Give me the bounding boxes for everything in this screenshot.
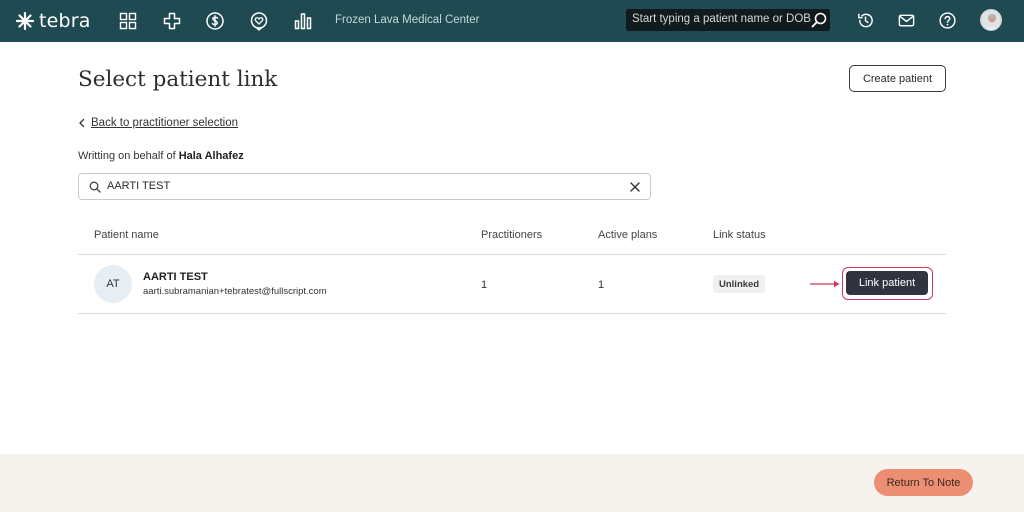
back-link-label: Back to practitioner selection	[91, 117, 239, 129]
arrow-right-icon	[810, 280, 840, 288]
search-icon	[89, 181, 101, 193]
footer-bar	[0, 454, 1024, 512]
create-patient-button[interactable]: Create patient	[849, 65, 946, 92]
patient-search-field[interactable]	[78, 173, 651, 200]
help-icon[interactable]	[938, 11, 957, 30]
tebra-logo-icon	[16, 12, 34, 30]
table-row-divider	[78, 313, 946, 314]
patient-email: aarti.subramanian+tebratest@fullscript.c…	[143, 286, 327, 297]
column-header-active-plans: Active plans	[598, 229, 658, 241]
column-header-patient-name: Patient name	[94, 229, 159, 241]
active-plans-count: 1	[598, 279, 605, 291]
patient-search-placeholder: Start typing a patient name or DOB	[632, 13, 811, 25]
heart-care-icon[interactable]	[249, 11, 269, 31]
back-to-practitioner-link[interactable]: Back to practitioner selection	[78, 117, 238, 129]
writing-on-behalf-text: Writting on behalf of Hala Alhafez	[78, 150, 244, 162]
medical-cross-icon[interactable]	[162, 11, 182, 31]
link-patient-highlight: Link patient	[842, 267, 933, 300]
practitioners-count: 1	[481, 279, 488, 291]
reports-chart-icon[interactable]	[293, 11, 313, 31]
history-icon[interactable]	[856, 11, 875, 30]
brand-name: tebra	[39, 10, 91, 32]
search-icon[interactable]	[810, 11, 828, 29]
clinic-name: Frozen Lava Medical Center	[335, 14, 480, 26]
behalf-prefix: Writting on behalf of	[78, 150, 179, 162]
column-header-practitioners: Practitioners	[481, 229, 543, 241]
patient-search-bar[interactable]: Start typing a patient name or DOB	[626, 9, 830, 31]
user-avatar-icon	[984, 14, 1000, 30]
billing-dollar-icon[interactable]	[205, 11, 225, 31]
column-header-link-status: Link status	[713, 229, 766, 241]
chevron-left-icon	[79, 118, 85, 128]
user-avatar[interactable]	[980, 9, 1002, 31]
tebra-logo[interactable]: tebra	[16, 9, 91, 33]
patient-name: AARTI TEST	[143, 271, 208, 283]
table-header-divider	[78, 254, 946, 255]
clear-search-icon[interactable]	[629, 181, 641, 193]
top-navigation-bar: tebra Frozen Lava Medical Center Start t…	[0, 0, 1024, 42]
dashboard-grid-icon[interactable]	[118, 11, 138, 31]
practitioner-name: Hala Alhafez	[178, 150, 244, 162]
mail-icon[interactable]	[897, 11, 916, 30]
link-status-badge: Unlinked	[713, 275, 766, 293]
patient-initials-avatar: AT	[94, 265, 132, 303]
page-title: Select patient link	[78, 67, 278, 92]
link-patient-button[interactable]: Link patient	[846, 271, 928, 295]
patient-search-input[interactable]	[107, 180, 607, 192]
return-to-note-button[interactable]: Return To Note	[874, 469, 973, 496]
